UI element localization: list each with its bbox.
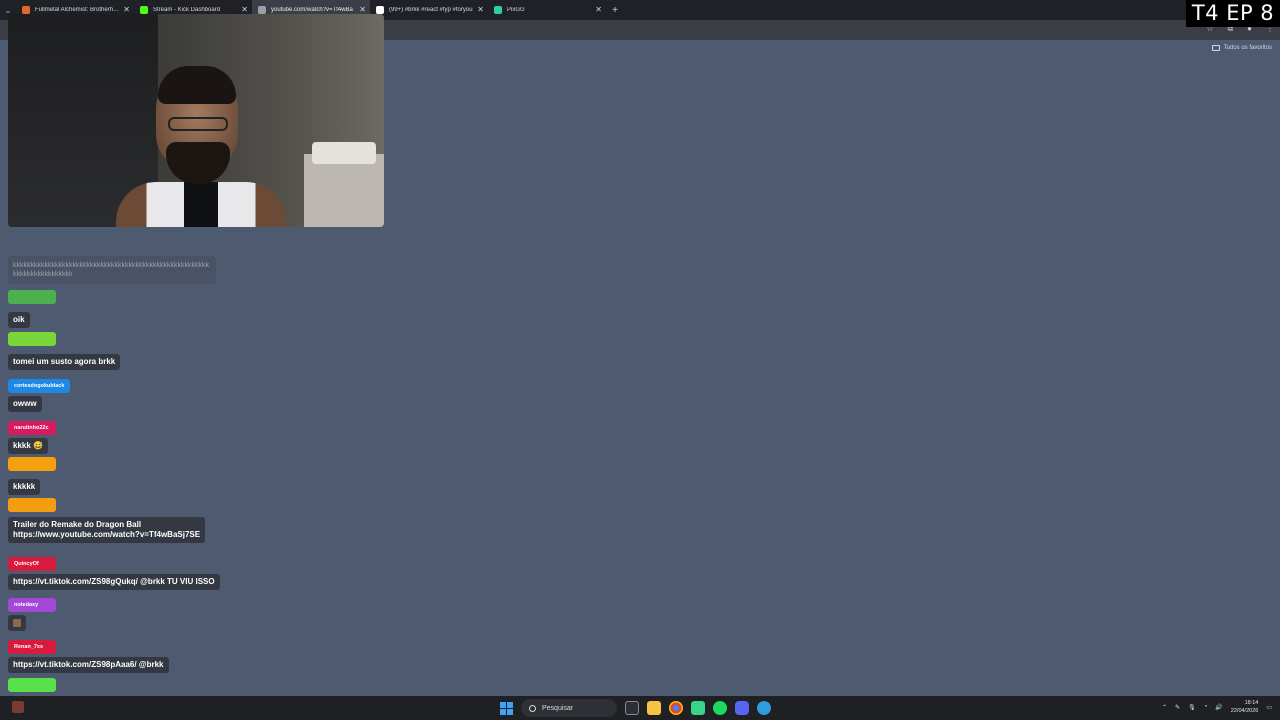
chat-message-text: tomei um susto agora brkk [13,357,116,366]
chat-message-text: https://vt.tiktok.com/ZS98pAaa6/ @brkk [13,660,164,669]
chat-username-badge[interactable] [8,498,56,512]
pen-icon[interactable]: ✎ [1175,704,1180,711]
chat-message-text: kkkk 😅 [13,441,43,450]
chat-message: kkkkk [8,457,56,495]
taskbar-apps: Pesquisar [500,699,771,717]
chat-message-bubble: oik [8,312,30,328]
taskbar-search-label: Pesquisar [542,704,574,712]
chat-message-text: kkkkk [13,482,36,491]
chat-message: tomei um susto agora brkk [8,332,121,370]
spotify-icon[interactable] [713,701,727,715]
tab-title: Fullmetal Alchemist: Brotherhood [35,7,120,13]
tab-title: youtube.com/watch?v=Tf4wBa [271,7,353,13]
steam-icon[interactable] [757,701,771,715]
chat-message-bubble: Trailer do Remake do Dragon Ball https://… [8,517,206,543]
chrome-icon[interactable] [669,701,683,715]
tab-title: Stream - Kick Dashboard [153,7,221,13]
browser-tab[interactable]: (99+) #brkk #react #fyp #foryou ✕ [370,0,488,20]
webcam-feed [8,14,384,227]
chat-username-badge[interactable]: Renan_7xs [8,640,56,654]
chat-username-badge[interactable] [8,290,56,304]
task-view-icon[interactable] [625,701,639,715]
tab-favicon-icon [140,6,148,14]
folder-icon [1211,45,1220,51]
tab-close-icon[interactable]: ✕ [595,5,602,15]
all-bookmarks-label: Todos os favoritos [1223,45,1272,51]
chat-message-text: owww [13,399,37,408]
search-icon [529,704,536,712]
clock-time: 18:14 [1244,700,1259,706]
chat-username-badge[interactable] [8,457,56,471]
chat-message: narutinho22c kkkk 😅 [8,416,56,454]
chat-username-badge[interactable]: QuincyOf [8,557,56,571]
wifi-icon[interactable]: ◔ [1204,704,1208,710]
chat-message-bubble: https://vt.tiktok.com/ZS98pAaa6/ @brkk [8,657,169,673]
chat-message: Trailer do Remake do Dragon Ball https://… [8,498,206,543]
app-icon[interactable] [691,701,705,715]
discord-icon[interactable] [735,701,749,715]
widget-icon[interactable] [12,701,24,713]
start-button-icon[interactable] [500,701,513,715]
chat-message-text: Trailer do Remake do Dragon Ball [13,520,142,529]
tab-favicon-icon [258,6,266,14]
tab-favicon-icon [376,6,384,14]
system-tray: ⌃ ✎ 🎙 ◔ 🔊 18:14 22/04/2026 ▭ [1162,699,1272,715]
tab-close-icon[interactable]: ✕ [477,5,484,15]
chat-message [8,678,56,697]
volume-icon[interactable]: 🔊 [1215,704,1222,711]
chat-message-bubble: kkkkk [8,479,41,495]
emote-icon [13,618,21,627]
chat-message: QuincyOf https://vt.tiktok.com/ZS98gQukq/… [8,552,220,590]
clock[interactable]: 18:14 22/04/2026 [1231,699,1259,715]
chat-message: cortesdogokublack owww [8,374,71,412]
chat-message: Renan_7xs https://vt.tiktok.com/ZS98pAaa6… [8,635,169,673]
chat-username-badge[interactable]: notedasy [8,598,56,612]
chat-message-bubble: https://vt.tiktok.com/ZS98gQukq/ @brkk T… [8,574,220,590]
chat-username-badge[interactable]: cortesdogokublack [8,379,71,393]
new-tab-button[interactable]: + [606,5,624,16]
tab-favicon-icon [22,6,30,14]
windows-taskbar: Pesquisar ⌃ ✎ 🎙 ◔ 🔊 18:14 22/04/2026 ▭ [0,696,1280,720]
chat-message-bubble: tomei um susto agora brkk [8,354,121,370]
chat-message-faded: kkkkkkkkkkkkkkkkkkkkkkkkkkkkkkkkkkkkkkkk… [8,256,216,284]
clock-date: 22/04/2026 [1230,708,1259,714]
mic-icon[interactable]: 🎙 [1188,704,1196,711]
chevron-up-icon[interactable]: ⌃ [1162,704,1167,711]
tab-favicon-icon [494,6,502,14]
chat-message-text: https://vt.tiktok.com/ZS98gQukq/ @brkk T… [13,577,215,586]
chat-username-badge[interactable] [8,332,56,346]
tab-title: PixGG [507,7,525,13]
chat-message-text: oik [13,315,25,324]
chat-message-bubble: owww [8,396,42,412]
chat-message-bubble [8,615,26,631]
browser-tab[interactable]: PixGG ✕ [488,0,606,20]
episode-label: T4 EP 8 [1186,0,1280,27]
notification-icon[interactable]: ▭ [1266,704,1272,711]
chat-username-badge[interactable]: narutinho22c [8,421,56,435]
chat-username-badge[interactable] [8,678,56,692]
chat-message-link[interactable]: https://www.youtube.com/watch?v=Tf4wBaSj… [13,530,200,540]
all-bookmarks-folder[interactable]: Todos os favoritos [1211,45,1272,51]
taskbar-search[interactable]: Pesquisar [521,699,617,717]
chat-message: oik [8,290,56,328]
chat-message-bubble: kkkk 😅 [8,438,48,454]
tab-title: (99+) #brkk #react #fyp #foryou [389,7,473,13]
chat-message: notedasy [8,593,56,631]
chat-message-text: kkkkkkkkkkkkkkkkkkkkkkkkkkkkkkkkkkkkkkkk… [8,256,216,284]
file-explorer-icon[interactable] [647,701,661,715]
